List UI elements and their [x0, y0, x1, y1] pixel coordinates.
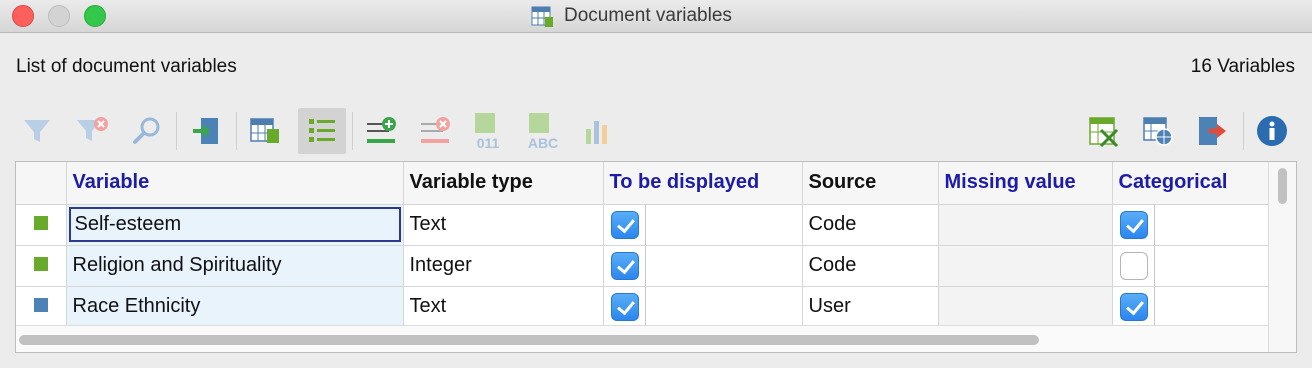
column-header-source[interactable]: Source: [802, 162, 939, 205]
list-view-icon: [309, 119, 335, 142]
table-row[interactable]: Self-esteem Text Code: [16, 204, 1269, 246]
import-icon: [193, 118, 218, 144]
color-swatch: [33, 257, 48, 271]
variable-type-cell[interactable]: Text: [403, 204, 604, 246]
to-be-displayed-checkbox[interactable]: [610, 210, 639, 239]
marker-column-header: [16, 162, 67, 205]
new-variable-button[interactable]: [359, 108, 403, 154]
to-be-displayed-cell[interactable]: [603, 286, 803, 328]
title-bar: Document variables: [0, 0, 1312, 33]
svg-text:ABC: ABC: [528, 135, 558, 151]
source-cell: User: [802, 286, 939, 328]
variables-grid: Variable Variable type To be displayed S…: [15, 161, 1297, 353]
variable-color-marker: [16, 286, 67, 328]
search-icon: [133, 117, 160, 144]
new-variable-icon: [367, 117, 396, 143]
text-variable-button[interactable]: ABC: [520, 108, 564, 154]
document-variables-icon: [531, 6, 553, 27]
table-header-row: Variable Variable type To be displayed S…: [16, 162, 1269, 205]
categorical-cell[interactable]: [1112, 245, 1269, 287]
categorical-cell[interactable]: [1112, 286, 1269, 328]
categorical-cell[interactable]: [1112, 204, 1269, 246]
variable-type-cell[interactable]: Integer: [403, 245, 604, 287]
table-row[interactable]: Religion and Spirituality Integer Code: [16, 245, 1269, 287]
filter-button[interactable]: [15, 108, 59, 154]
to-be-displayed-checkbox[interactable]: [610, 292, 639, 321]
data-editor-button[interactable]: [244, 108, 288, 154]
clear-filter-icon: [77, 117, 108, 141]
data-editor-icon: [250, 118, 279, 143]
vertical-scrollbar[interactable]: [1268, 162, 1296, 352]
column-header-variable-type[interactable]: Variable type: [403, 162, 604, 205]
import-button[interactable]: [184, 108, 228, 154]
variable-count: 16 Variables: [1190, 56, 1295, 77]
vertical-scroll-thumb[interactable]: [1278, 168, 1287, 204]
numeric-variable-button[interactable]: 011: [466, 108, 510, 154]
variable-name-cell[interactable]: Religion and Spirituality: [66, 245, 404, 287]
toolbar-separator: [236, 112, 237, 150]
info-button[interactable]: [1250, 108, 1294, 154]
missing-value-cell[interactable]: [938, 245, 1113, 287]
toolbar-separator: [352, 112, 353, 150]
column-header-categorical[interactable]: Categorical: [1112, 162, 1269, 205]
variable-color-marker: [16, 204, 67, 246]
excel-export-button[interactable]: [1082, 108, 1126, 154]
to-be-displayed-cell[interactable]: [603, 204, 803, 246]
window-title: Document variables: [564, 5, 732, 26]
color-swatch: [33, 216, 48, 230]
color-swatch: [33, 298, 48, 312]
to-be-displayed-checkbox[interactable]: [610, 251, 639, 280]
zoom-window-button[interactable]: [84, 5, 106, 27]
search-button[interactable]: [125, 108, 169, 154]
column-header-missing-value[interactable]: Missing value: [938, 162, 1113, 205]
close-window-button[interactable]: [12, 5, 34, 27]
variable-name-editor[interactable]: Self-esteem: [68, 207, 401, 242]
export-icon: [1199, 117, 1226, 145]
excel-export-icon: [1089, 117, 1119, 148]
clear-filter-button[interactable]: [70, 108, 114, 154]
to-be-displayed-cell[interactable]: [603, 245, 803, 287]
variable-name-cell[interactable]: Race Ethnicity: [66, 286, 404, 328]
list-label: List of document variables: [16, 56, 237, 77]
html-export-button[interactable]: [1136, 108, 1180, 154]
window-title-group: Document variables: [531, 5, 732, 27]
horizontal-scroll-thumb[interactable]: [19, 335, 1039, 345]
export-button[interactable]: [1190, 108, 1234, 154]
list-view-button[interactable]: [298, 108, 346, 154]
svg-text:011: 011: [477, 135, 500, 151]
toolbar-separator: [1243, 112, 1244, 150]
table-row[interactable]: Race Ethnicity Text User: [16, 286, 1269, 328]
source-cell: Code: [802, 204, 939, 246]
categorical-checkbox[interactable]: [1119, 210, 1148, 239]
text-variable-icon: ABC: [528, 113, 558, 151]
info-icon: [1257, 116, 1287, 146]
variable-type-cell[interactable]: Text: [403, 286, 604, 328]
categorical-checkbox[interactable]: [1119, 251, 1148, 280]
numeric-variable-icon: 011: [475, 113, 500, 151]
statistics-button[interactable]: [575, 108, 619, 154]
delete-variable-button[interactable]: [413, 108, 457, 154]
statistics-icon: [586, 121, 607, 144]
missing-value-cell[interactable]: [938, 204, 1113, 246]
delete-variable-icon: [421, 117, 450, 143]
source-cell: Code: [802, 245, 939, 287]
missing-value-cell[interactable]: [938, 286, 1113, 328]
html-export-icon: [1143, 117, 1173, 146]
column-header-variable[interactable]: Variable: [66, 162, 404, 205]
categorical-checkbox[interactable]: [1119, 292, 1148, 321]
toolbar-separator: [176, 112, 177, 150]
variables-table: Variable Variable type To be displayed S…: [16, 162, 1269, 328]
variable-color-marker: [16, 245, 67, 287]
minimize-window-button[interactable]: [48, 5, 70, 27]
horizontal-scrollbar[interactable]: [16, 325, 1268, 352]
variable-name-cell[interactable]: Self-esteem: [66, 204, 404, 246]
column-header-to-be-displayed[interactable]: To be displayed: [603, 162, 803, 205]
filter-icon: [24, 120, 50, 142]
